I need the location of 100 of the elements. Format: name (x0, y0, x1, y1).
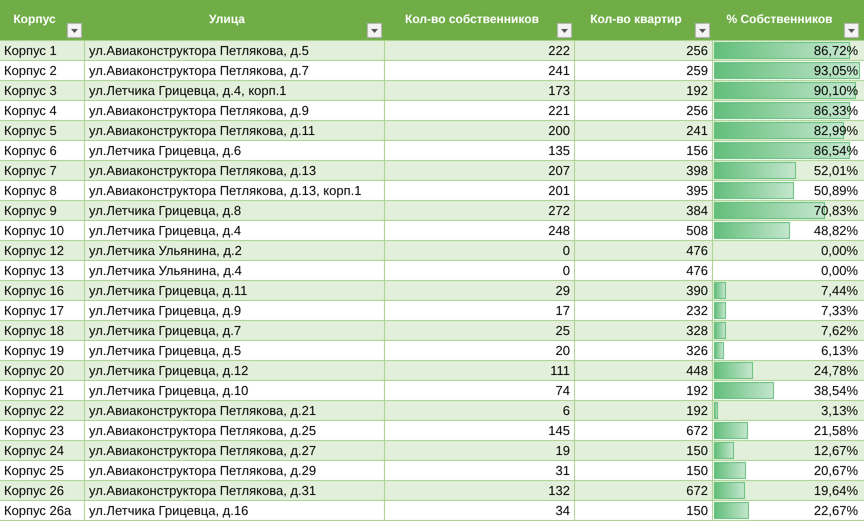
table-cell: 272 (385, 201, 575, 220)
table-cell-text: 7,62% (820, 322, 859, 339)
table-cell: 111 (385, 361, 575, 380)
table-cell: 241 (385, 61, 575, 80)
table-cell-text: 82,99% (812, 122, 859, 139)
table-cell-text: 70,83% (812, 202, 859, 219)
table-cell: Корпус 4 (0, 101, 85, 120)
table-cell-text: 86,72% (812, 42, 859, 59)
table-cell: 326 (575, 341, 713, 360)
table-cell: ул.Летчика Ульянина, д.2 (85, 241, 385, 260)
table-cell: Корпус 24 (0, 441, 85, 460)
table-cell: ул.Летчика Грицевца, д.4, корп.1 (85, 81, 385, 100)
table-cell: 672 (575, 421, 713, 440)
table-cell: ул.Летчика Грицевца, д.8 (85, 201, 385, 220)
table-cell: 0 (385, 241, 575, 260)
table-cell: 135 (385, 141, 575, 160)
filter-button[interactable] (844, 23, 859, 38)
table-cell: ул.Летчика Ульянина, д.4 (85, 261, 385, 280)
table-cell: ул.Летчика Грицевца, д.16 (85, 501, 385, 520)
table-cell: ул.Авиаконструктора Петлякова, д.29 (85, 461, 385, 480)
table-cell-text: 93,05% (812, 62, 859, 79)
table-cell: ул.Летчика Грицевца, д.11 (85, 281, 385, 300)
table-cell: 390 (575, 281, 713, 300)
table-cell: 6 (385, 401, 575, 420)
table-cell: 150 (575, 441, 713, 460)
table-cell: ул.Авиаконструктора Петлякова, д.7 (85, 61, 385, 80)
table-cell: Корпус 7 (0, 161, 85, 180)
table-cell: Корпус 22 (0, 401, 85, 420)
filter-button[interactable] (557, 23, 572, 38)
table-cell: Корпус 1 (0, 41, 85, 60)
table-cell: ул.Авиаконструктора Петлякова, д.13, корп.1 (85, 181, 385, 200)
table-cell: 192 (575, 381, 713, 400)
table-cell: Корпус 5 (0, 121, 85, 140)
table-cell-text: 12,67% (812, 442, 859, 459)
table-cell: Корпус 19 (0, 341, 85, 360)
filter-button[interactable] (367, 23, 382, 38)
table-cell-text: 0,00% (820, 242, 859, 259)
table-cell-text: 52,01% (812, 162, 859, 179)
table-cell: Корпус 18 (0, 321, 85, 340)
table-cell: Корпус 6 (0, 141, 85, 160)
filter-button[interactable] (67, 23, 82, 38)
table-cell: 29 (385, 281, 575, 300)
table-cell: Корпус 20 (0, 361, 85, 380)
table-cell-text: 24,78% (812, 362, 859, 379)
table-cell: ул.Летчика Грицевца, д.9 (85, 301, 385, 320)
table-cell: ул.Авиаконструктора Петлякова, д.11 (85, 121, 385, 140)
table-cell: Корпус 12 (0, 241, 85, 260)
table-cell: ул.Летчика Грицевца, д.4 (85, 221, 385, 240)
table-cell-text: 7,33% (820, 302, 859, 319)
table-cell: 222 (385, 41, 575, 60)
table-cell: 395 (575, 181, 713, 200)
table-cell: Корпус 26а (0, 501, 85, 520)
filter-button[interactable] (695, 23, 710, 38)
table-cell-text: 22,67% (812, 502, 859, 519)
table-cell: 17 (385, 301, 575, 320)
column-header: Корпус (13, 12, 56, 26)
table-cell: 34 (385, 501, 575, 520)
caret-icon (848, 28, 855, 32)
table-cell: ул.Авиаконструктора Петлякова, д.31 (85, 481, 385, 500)
table-cell: ул.Летчика Грицевца, д.10 (85, 381, 385, 400)
table-cell: 192 (575, 401, 713, 420)
table-cell-text: 20,67% (812, 462, 859, 479)
table-cell-text: 86,54% (812, 142, 859, 159)
column-header: % Собственников (726, 12, 833, 26)
table-cell-text: 7,44% (820, 282, 859, 299)
table-cell: ул.Авиаконструктора Петлякова, д.5 (85, 41, 385, 60)
table-cell: 256 (575, 41, 713, 60)
table-cell: Корпус 9 (0, 201, 85, 220)
table-cell: 132 (385, 481, 575, 500)
table-cell: 241 (575, 121, 713, 140)
table-cell: 448 (575, 361, 713, 380)
table-cell: ул.Авиаконструктора Петлякова, д.27 (85, 441, 385, 460)
table-cell-text: 21,58% (812, 422, 859, 439)
table-cell-text: 3,13% (820, 402, 859, 419)
table-cell-text: 0,00% (820, 262, 859, 279)
table-cell: ул.Летчика Грицевца, д.7 (85, 321, 385, 340)
table-cell: Корпус 17 (0, 301, 85, 320)
caret-icon (71, 28, 78, 32)
table-cell: 672 (575, 481, 713, 500)
caret-icon (371, 28, 378, 32)
table-cell: ул.Авиаконструктора Петлякова, д.9 (85, 101, 385, 120)
table-cell: 201 (385, 181, 575, 200)
table-cell: 173 (385, 81, 575, 100)
table-cell: Корпус 21 (0, 381, 85, 400)
table-cell: Корпус 3 (0, 81, 85, 100)
table-cell-text: 86,33% (812, 102, 859, 119)
table-cell: 25 (385, 321, 575, 340)
table-cell: 476 (575, 241, 713, 260)
table-cell: ул.Летчика Грицевца, д.5 (85, 341, 385, 360)
table-cell: 150 (575, 501, 713, 520)
table-cell: 476 (575, 261, 713, 280)
table-cell: 221 (385, 101, 575, 120)
table-cell: 74 (385, 381, 575, 400)
caret-icon (699, 28, 706, 32)
table-cell: 19 (385, 441, 575, 460)
table-cell: ул.Летчика Грицевца, д.6 (85, 141, 385, 160)
table-cell-text: 6,13% (820, 342, 859, 359)
table-cell: 328 (575, 321, 713, 340)
column-header: Кол-во квартир (590, 12, 682, 26)
table-cell: 207 (385, 161, 575, 180)
